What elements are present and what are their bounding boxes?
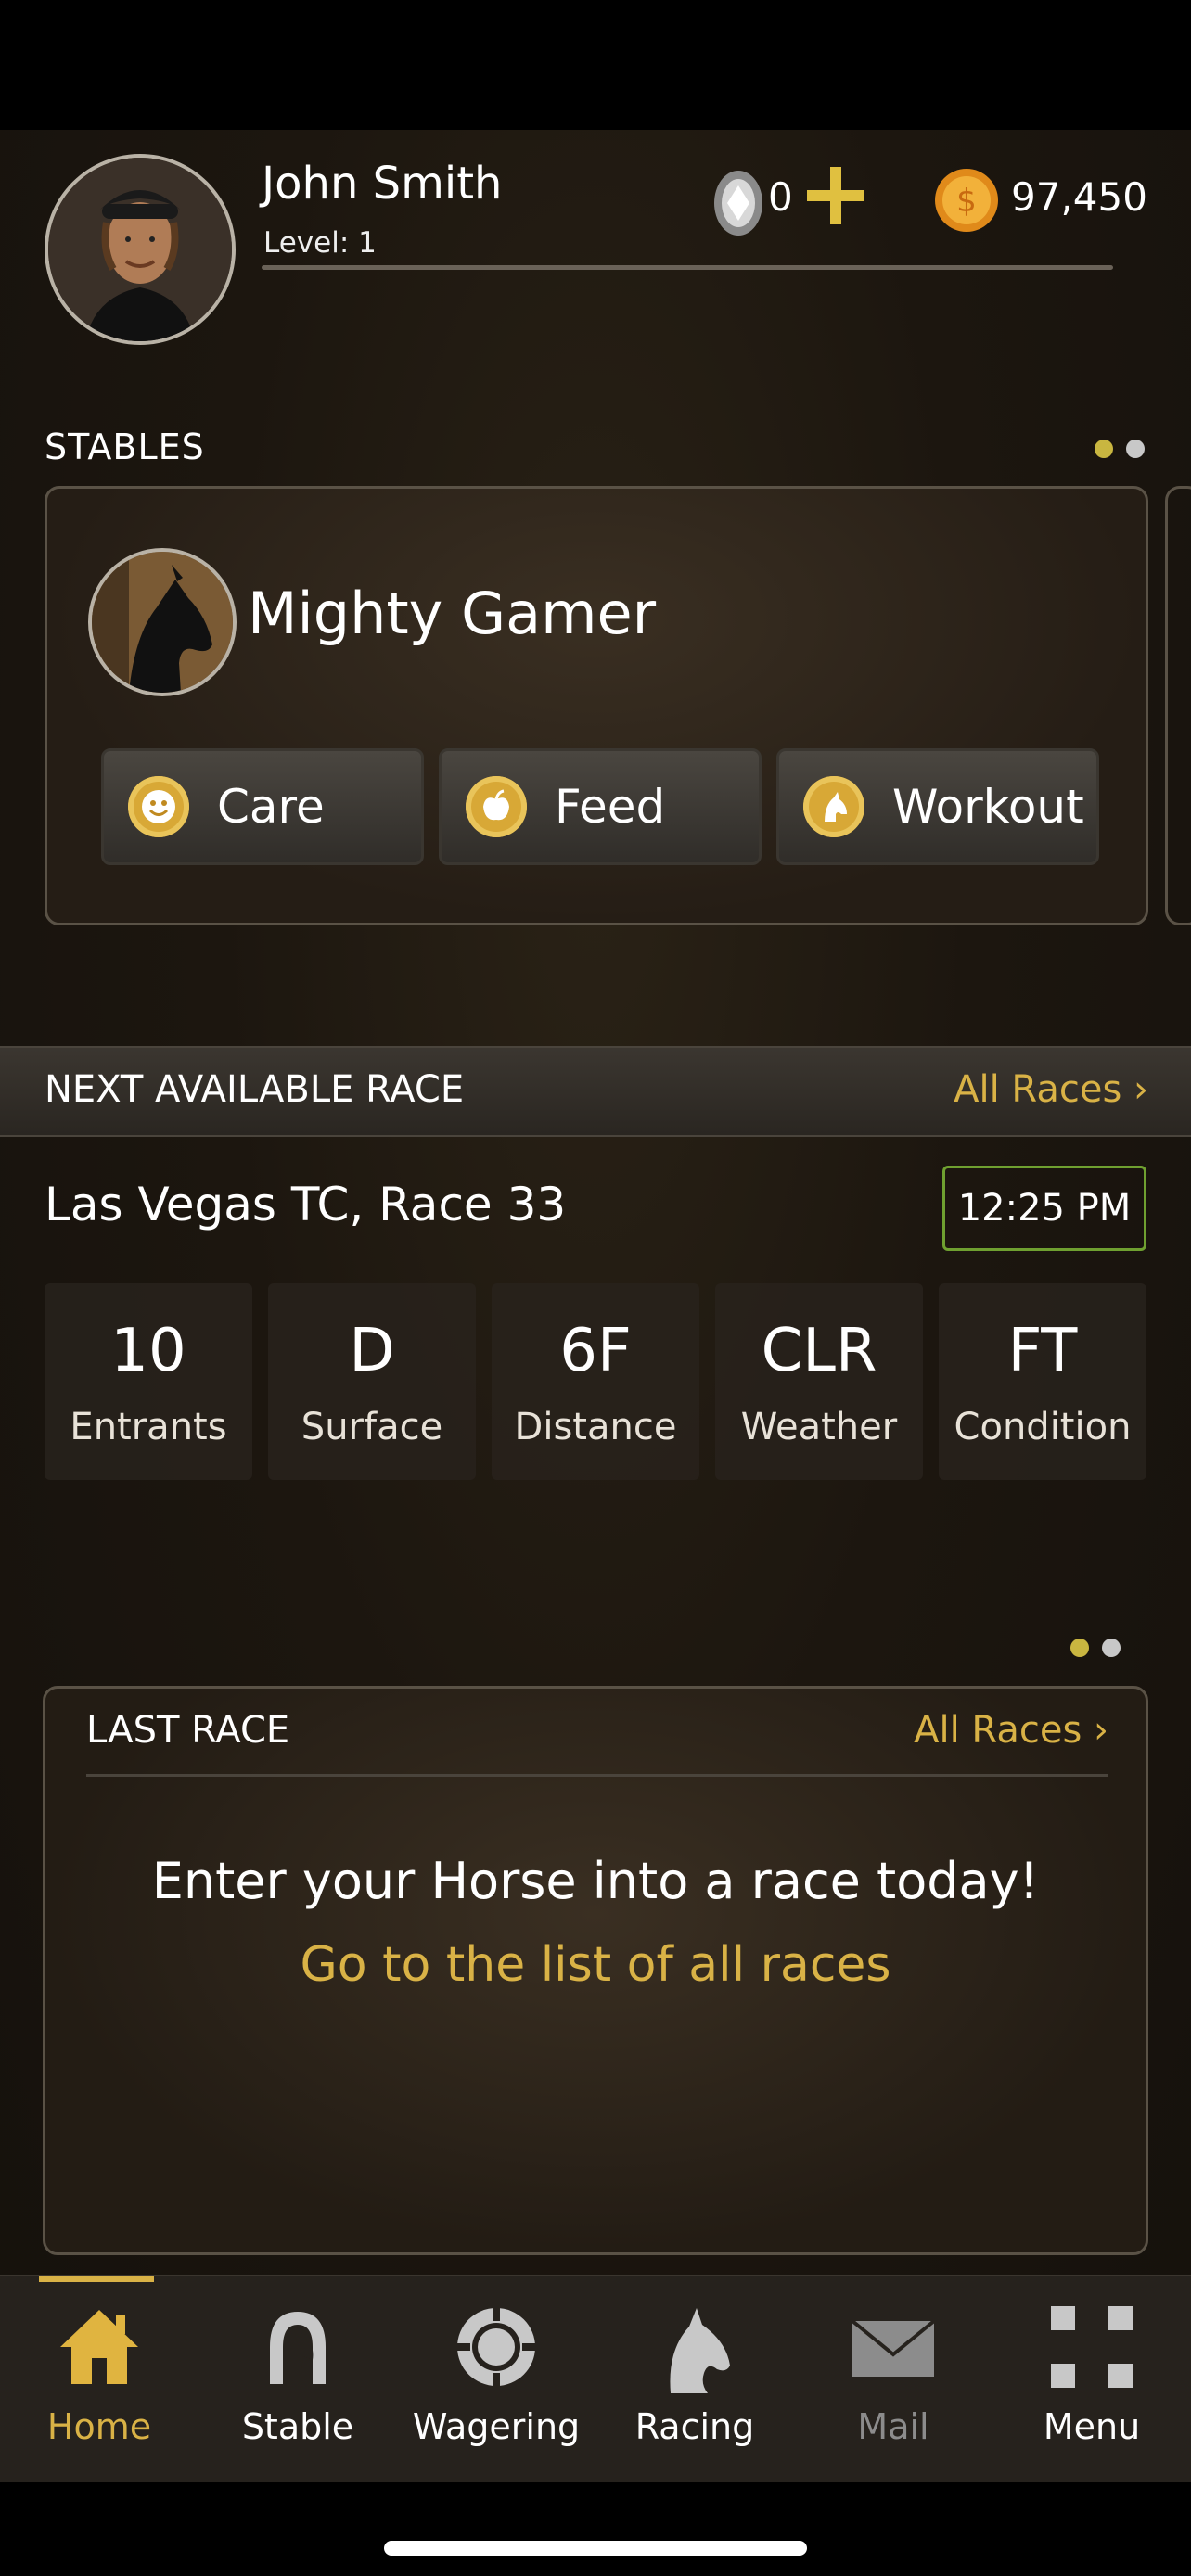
care-label: Care [217,780,325,834]
race-time-badge: 12:25 PM [942,1166,1146,1251]
next-race-header: NEXT AVAILABLE RACE All Races › [0,1046,1191,1137]
page-dot [1102,1639,1121,1657]
stat-value: 10 [110,1317,186,1385]
diamond-count: 0 [768,174,793,220]
tab-mail[interactable]: Mail [794,2276,992,2482]
go-to-races-link[interactable]: Go to the list of all races [45,1937,1146,1993]
poker-chip-icon [454,2304,539,2393]
home-screen: John Smith Level: 1 0 $ 97,450 STABLES M… [0,130,1191,2482]
page-dot [1126,440,1145,458]
chevron-right-icon: › [1094,1709,1108,1752]
tab-wagering[interactable]: Wagering [397,2276,596,2482]
last-race-card: LAST RACE All Races › Enter your Horse i… [43,1686,1148,2255]
all-races-link[interactable]: All Races › [954,1068,1148,1111]
plus-icon [807,167,864,224]
stat-key: Weather [740,1406,898,1448]
buy-currency-button[interactable] [803,163,868,228]
horse-avatar[interactable] [88,548,237,696]
home-indicator[interactable] [384,2541,807,2556]
stat-value: FT [1007,1317,1078,1385]
tab-home-label: Home [46,2406,152,2447]
tab-stable-label: Stable [241,2406,354,2447]
stat-key: Distance [514,1406,677,1448]
care-button[interactable]: Care [101,748,424,865]
stat-value: CLR [761,1317,877,1385]
apple-icon [466,776,527,837]
horse-name: Mighty Gamer [248,580,657,647]
stat-surface: D Surface [268,1283,476,1480]
user-level: Level: 1 [263,226,377,260]
last-race-all-races-link[interactable]: All Races › [914,1709,1108,1752]
stat-weather: CLR Weather [715,1283,923,1480]
bottom-tab-bar: Home Stable Wagering Racing Mail Menu [0,2275,1191,2482]
empty-state-message: Enter your Horse into a race today! [151,1852,1040,1910]
coin-count: 97,450 [1011,174,1147,220]
user-name: John Smith [262,158,503,210]
next-stable-card-peek[interactable] [1165,486,1191,925]
tab-wagering-label: Wagering [412,2406,581,2447]
avatar-portrait [48,158,232,341]
level-progress-bar [262,265,1113,270]
grid-menu-icon [1049,2304,1134,2393]
chevron-right-icon: › [1133,1068,1148,1111]
stat-entrants: 10 Entrants [45,1283,252,1480]
workout-button[interactable]: Workout [776,748,1099,865]
tab-menu-label: Menu [1043,2406,1141,2447]
feed-button[interactable]: Feed [439,748,762,865]
all-races-label: All Races [914,1709,1082,1752]
stat-condition: FT Condition [939,1283,1146,1480]
divider [86,1774,1108,1777]
all-races-label: All Races [954,1068,1122,1111]
tab-racing[interactable]: Racing [596,2276,794,2482]
race-name[interactable]: Las Vegas TC, Race 33 [45,1178,566,1231]
home-icon [57,2304,142,2393]
tab-home[interactable]: Home [0,2276,198,2482]
horseshoe-icon [255,2304,340,2393]
feed-label: Feed [555,780,666,834]
envelope-icon [849,2304,938,2393]
next-race-label: NEXT AVAILABLE RACE [45,1068,465,1111]
stat-key: Condition [954,1406,1132,1448]
stables-page-dots [1095,440,1145,458]
workout-label: Workout [892,780,1084,834]
stat-value: D [349,1317,395,1385]
svg-text:$: $ [956,183,977,220]
tab-stable[interactable]: Stable [198,2276,397,2482]
user-avatar[interactable] [45,154,236,345]
stables-label: STABLES [45,427,205,467]
horse-head-icon [803,776,864,837]
smiley-icon [128,776,189,837]
diamond-icon [712,169,764,241]
tab-mail-label: Mail [857,2406,929,2447]
stable-card[interactable]: Mighty Gamer Care Feed Workout [45,486,1148,925]
stat-key: Entrants [70,1406,227,1448]
stat-key: Surface [301,1406,443,1448]
last-race-page-dots [1070,1639,1121,1657]
tab-racing-label: Racing [634,2406,755,2447]
coin-icon: $ [933,167,1000,237]
last-race-label: LAST RACE [86,1709,290,1752]
horse-portrait [92,552,233,693]
page-dot-active [1070,1639,1089,1657]
page-dot-active [1095,440,1113,458]
tab-menu[interactable]: Menu [992,2276,1191,2482]
stat-distance: 6F Distance [492,1283,699,1480]
horse-head-icon [652,2304,737,2401]
stat-value: 6F [559,1317,632,1385]
